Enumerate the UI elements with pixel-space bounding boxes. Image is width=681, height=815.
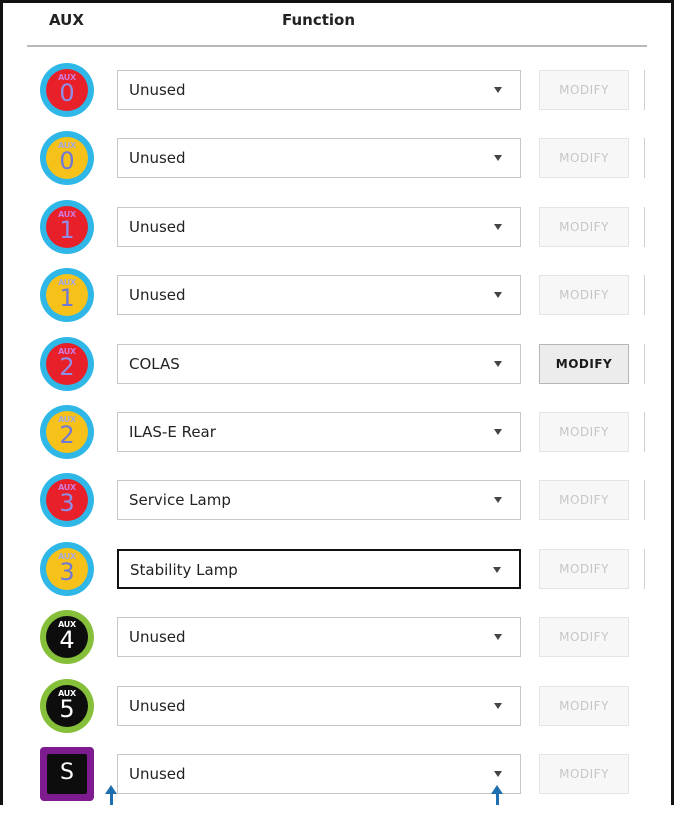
aux-number-label: 2: [59, 421, 75, 449]
function-dropdown[interactable]: Unused: [117, 206, 521, 247]
aux-number-label: 1: [59, 215, 75, 244]
function-dropdown[interactable]: Unused: [117, 685, 521, 726]
aux-number-label: 4: [59, 626, 75, 655]
extra-button-edge: [644, 70, 651, 110]
chevron-down-icon: [494, 429, 502, 435]
modify-button[interactable]: MODIFY: [539, 617, 629, 658]
aux-row: AUX 2 ILAS-E Rear MODIFY: [3, 405, 671, 473]
aux-row: AUX 1 Unused MODIFY: [3, 268, 671, 336]
chevron-down-icon: [494, 87, 502, 93]
aux-row: AUX 4 Unused MODIFY: [3, 610, 671, 678]
callout-arrow-left: [105, 785, 117, 805]
extra-button-edge: [644, 138, 651, 179]
aux-badge-icon: AUX 5: [40, 678, 94, 733]
modify-button[interactable]: MODIFY: [539, 480, 629, 521]
modify-button[interactable]: MODIFY: [539, 548, 629, 589]
aux-badge-icon: AUX 1: [40, 268, 94, 323]
callout-arrow-right: [491, 785, 503, 805]
chevron-down-icon: [493, 566, 501, 573]
chevron-down-icon: [494, 223, 502, 230]
modify-button[interactable]: MODIFY: [539, 412, 629, 452]
extra-button-edge: [644, 412, 651, 452]
chevron-down-icon: [494, 360, 502, 367]
modify-button[interactable]: MODIFY: [539, 685, 629, 726]
aux-row: AUX 3 Service Lamp MODIFY: [3, 473, 671, 541]
aux-number-label: 1: [59, 284, 75, 313]
aux-row: AUX 2 COLAS MODIFY: [3, 336, 671, 405]
function-value: Unused: [129, 81, 186, 99]
aux-column-header: AUX: [49, 11, 84, 29]
function-value: Unused: [129, 149, 186, 168]
function-dropdown[interactable]: ILAS-E Rear: [117, 412, 521, 452]
aux-function-panel: AUX Function AUX 0 Unused MODIFY AUX 0 Unused M…: [0, 0, 674, 805]
modify-button[interactable]: MODIFY: [539, 754, 629, 794]
aux-badge-icon: AUX 1: [40, 199, 94, 254]
aux-number-label: 2: [59, 352, 75, 381]
aux-row: AUX 0 Unused MODIFY: [3, 63, 671, 131]
aux-row: AUX 3 Stability Lamp MODIFY: [3, 541, 671, 610]
function-value: Unused: [129, 765, 186, 783]
chevron-down-icon: [494, 155, 502, 162]
aux-row: AUX 0 Unused MODIFY: [3, 131, 671, 199]
aux-badge-icon: AUX 2: [40, 336, 94, 391]
function-value: Unused: [129, 286, 186, 305]
aux-badge-icon: AUX 2: [40, 405, 94, 459]
aux-row: AUX 5 Unused MODIFY: [3, 678, 671, 747]
aux-number-label: 0: [59, 79, 75, 107]
aux-badge-icon: AUX 0: [40, 131, 94, 186]
function-dropdown[interactable]: Unused: [117, 138, 521, 179]
chevron-down-icon: [494, 702, 502, 709]
aux-number-label: 0: [59, 147, 75, 176]
function-value: Service Lamp: [129, 491, 231, 510]
extra-button-edge: [644, 548, 651, 589]
modify-button[interactable]: MODIFY: [539, 138, 629, 179]
function-dropdown[interactable]: Unused: [117, 617, 521, 658]
function-column-header: Function: [282, 11, 356, 29]
modify-button[interactable]: MODIFY: [539, 70, 629, 110]
modify-button[interactable]: MODIFY: [539, 206, 629, 247]
extra-button-edge: [644, 206, 651, 247]
modify-button[interactable]: MODIFY: [539, 343, 629, 384]
aux-badge-icon: AUX 3: [40, 541, 94, 596]
extra-button-edge: [644, 343, 651, 384]
function-value: COLAS: [129, 354, 180, 373]
function-dropdown[interactable]: COLAS: [117, 343, 521, 384]
chevron-down-icon: [494, 292, 502, 299]
aux-badge-icon: AUX 4: [40, 610, 94, 665]
function-dropdown[interactable]: Unused: [117, 275, 521, 316]
chevron-down-icon: [494, 771, 502, 777]
function-value: Unused: [129, 217, 186, 236]
modify-button[interactable]: MODIFY: [539, 275, 629, 316]
aux-number-label: 3: [59, 557, 75, 586]
aux-badge-icon: AUX 3: [40, 473, 94, 528]
chevron-down-icon: [494, 497, 502, 504]
aux-number-label: 5: [59, 694, 75, 723]
chevron-down-icon: [494, 634, 502, 641]
function-value: Unused: [129, 696, 186, 715]
extra-button-edge: [644, 480, 651, 521]
aux-number-label: S: [60, 760, 74, 785]
function-value: ILAS-E Rear: [129, 423, 216, 441]
aux-row: AUX 1 Unused MODIFY: [3, 199, 671, 268]
aux-number-label: 3: [59, 489, 75, 518]
function-dropdown[interactable]: Unused: [117, 70, 521, 110]
function-dropdown[interactable]: Service Lamp: [117, 480, 521, 521]
aux-badge-icon: S: [40, 747, 94, 801]
function-dropdown[interactable]: Stability Lamp: [117, 548, 521, 589]
table-header: AUX Function: [3, 3, 671, 47]
function-value: Stability Lamp: [130, 560, 238, 579]
function-value: Unused: [129, 628, 186, 647]
aux-badge-icon: AUX 0: [40, 63, 94, 117]
header-divider: [27, 45, 647, 47]
extra-button-edge: [644, 275, 651, 316]
function-dropdown[interactable]: Unused: [117, 754, 521, 794]
